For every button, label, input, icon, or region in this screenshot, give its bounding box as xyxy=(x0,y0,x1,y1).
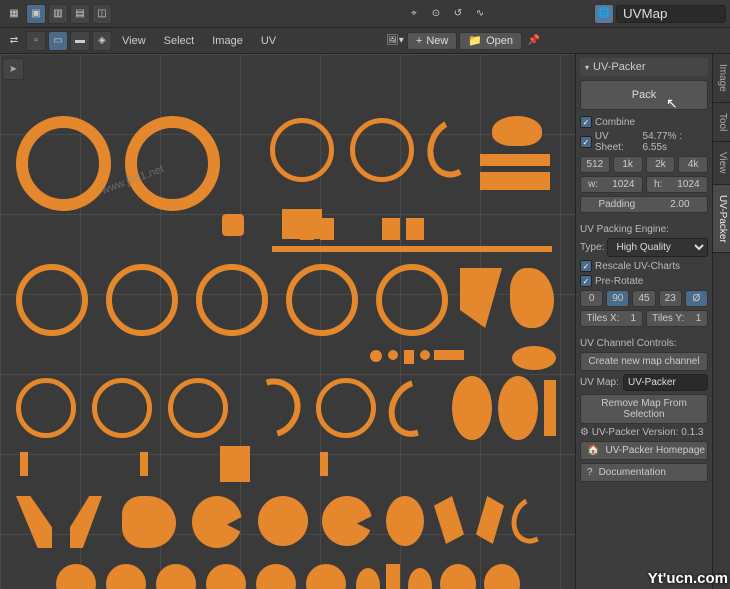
mode-face-icon[interactable]: ▤ xyxy=(70,4,90,24)
engine-label: UV Packing Engine: xyxy=(580,224,669,235)
help-icon: ? xyxy=(587,467,593,478)
toolbar: ⇄ ▫ ▭ ▬ ◈ View Select Image UV 🖼▾ + New … xyxy=(0,28,730,54)
padding-field[interactable]: Padding2.00 xyxy=(580,196,708,213)
panel-header[interactable]: UV-Packer xyxy=(580,58,708,76)
rot-90[interactable]: 90 xyxy=(606,290,629,307)
mode-vertex-icon[interactable]: ▣ xyxy=(26,4,46,24)
uvmap-name-input[interactable] xyxy=(616,5,726,23)
new-button[interactable]: + New xyxy=(407,32,457,50)
side-tab-strip: Image Tool View UV-Packer xyxy=(712,54,730,589)
rot-any[interactable]: Ø xyxy=(685,290,708,307)
tab-image[interactable]: Image xyxy=(713,54,730,103)
pack-label: Pack xyxy=(632,89,656,101)
combine-label: Combine xyxy=(595,117,635,128)
pack-button[interactable]: Pack xyxy=(580,80,708,110)
mouse-cursor-icon: ↖ xyxy=(666,95,678,112)
preset-512[interactable]: 512 xyxy=(580,156,610,173)
homepage-button[interactable]: 🏠 UV-Packer Homepage xyxy=(580,441,708,460)
preset-2k[interactable]: 2k xyxy=(646,156,676,173)
height-field[interactable]: h:1024 xyxy=(646,176,709,193)
new-label: New xyxy=(426,35,448,47)
mode-edge-icon[interactable]: ▥ xyxy=(48,4,68,24)
menu-uv[interactable]: UV xyxy=(253,32,284,50)
rescale-label: Rescale UV-Charts xyxy=(595,261,680,272)
tilesx-field[interactable]: Tiles X:1 xyxy=(580,310,643,327)
create-channel-button[interactable]: Create new map channel xyxy=(580,352,708,371)
prerotate-checkbox[interactable]: ✓ xyxy=(580,275,592,287)
preset-1k[interactable]: 1k xyxy=(613,156,643,173)
uv-islands xyxy=(0,54,575,589)
homepage-label: UV-Packer Homepage xyxy=(605,445,705,456)
sel-face-icon[interactable]: ▬ xyxy=(70,31,90,51)
channel-label: UV Channel Controls: xyxy=(580,338,677,349)
combine-checkbox[interactable]: ✓ xyxy=(580,116,592,128)
rescale-checkbox[interactable]: ✓ xyxy=(580,260,592,272)
pin-icon[interactable]: 📌 xyxy=(524,31,544,51)
open-button[interactable]: 📁 Open xyxy=(459,32,522,50)
uvmap-name-field[interactable] xyxy=(623,374,708,391)
image-dropdown-icon[interactable]: 🖼▾ xyxy=(385,31,405,51)
n-panel: UV-Packer Pack ✓Combine ✓UV Sheet:54.77%… xyxy=(575,54,712,589)
main-area: ➤ xyxy=(0,54,730,589)
tab-uvpacker[interactable]: UV-Packer xyxy=(713,185,730,254)
watermark-right: Yt'ucn.com xyxy=(648,570,728,587)
curve-icon[interactable]: ∿ xyxy=(470,4,490,24)
uvsheet-label: UV Sheet: xyxy=(595,131,640,153)
remove-map-button[interactable]: Remove Map From Selection xyxy=(580,394,708,424)
sync-icon[interactable]: ⇄ xyxy=(4,31,24,51)
sel-vert-icon[interactable]: ▫ xyxy=(26,31,46,51)
type-label: Type: xyxy=(580,242,604,253)
uv-canvas[interactable]: ➤ xyxy=(0,54,575,589)
menu-select[interactable]: Select xyxy=(156,32,203,50)
prerotate-label: Pre-Rotate xyxy=(595,276,643,287)
rot-23[interactable]: 23 xyxy=(659,290,682,307)
panel-title: UV-Packer xyxy=(593,61,646,73)
header-bar: ▦ ▣ ▥ ▤ ◫ ⌖ ⊙ ↺ ∿ 🌐 xyxy=(0,0,730,28)
snap-icon[interactable]: ⌖ xyxy=(404,4,424,24)
proportional-icon[interactable]: ↺ xyxy=(448,4,468,24)
uvmap-field-label: UV Map: xyxy=(580,377,620,388)
width-field[interactable]: w:1024 xyxy=(580,176,643,193)
version-label: ⚙ UV-Packer Version: 0.1.3 xyxy=(580,427,703,438)
docs-label: Documentation xyxy=(599,467,666,478)
uvsheet-stats: 54.77% : 6.55s xyxy=(643,131,708,153)
rot-45[interactable]: 45 xyxy=(632,290,655,307)
type-select[interactable]: High Quality xyxy=(607,238,708,257)
menu-view[interactable]: View xyxy=(114,32,154,50)
tab-tool[interactable]: Tool xyxy=(713,103,730,142)
sel-edge-icon[interactable]: ▭ xyxy=(48,31,68,51)
open-label: Open xyxy=(486,35,513,47)
tab-view[interactable]: View xyxy=(713,142,730,185)
sticky-icon[interactable]: ◈ xyxy=(92,31,112,51)
docs-button[interactable]: ? Documentation xyxy=(580,463,708,482)
editor-type-icon[interactable]: ▦ xyxy=(4,4,24,24)
mode-island-icon[interactable]: ◫ xyxy=(92,4,112,24)
globe-icon[interactable]: 🌐 xyxy=(594,4,614,24)
menu-image[interactable]: Image xyxy=(204,32,251,50)
home-icon: 🏠 xyxy=(587,445,599,456)
uvsheet-checkbox[interactable]: ✓ xyxy=(580,136,592,148)
rot-0[interactable]: 0 xyxy=(580,290,603,307)
tilesy-field[interactable]: Tiles Y:1 xyxy=(646,310,709,327)
magnet-icon[interactable]: ⊙ xyxy=(426,4,446,24)
preset-4k[interactable]: 4k xyxy=(678,156,708,173)
